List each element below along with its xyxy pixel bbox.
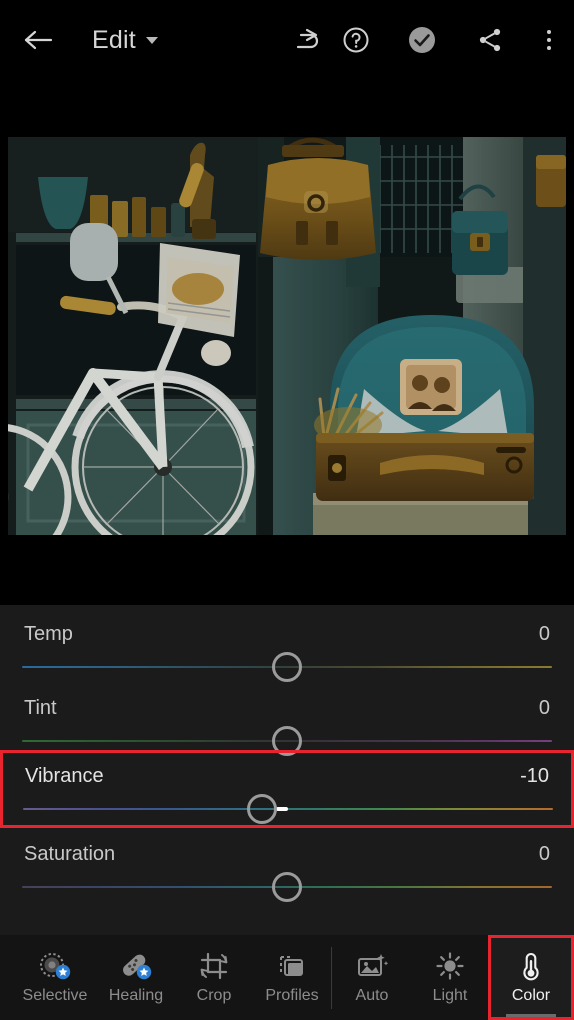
tool-light[interactable]: Light xyxy=(410,935,490,1020)
lightroom-edit-screen: Edit Temp 0 Tint 0 Vibrance -10 Saturati… xyxy=(0,0,574,1020)
tool-profiles[interactable]: Profiles xyxy=(252,935,332,1020)
tool-label-color: Color xyxy=(511,987,551,1004)
chevron-down-icon xyxy=(145,36,158,44)
photo-illustration xyxy=(8,137,566,535)
slider-knob-vibrance[interactable] xyxy=(246,794,277,824)
check-circle-icon xyxy=(409,27,435,53)
tool-label-profiles: Profiles xyxy=(265,987,319,1004)
redo-icon xyxy=(296,28,319,49)
back-arrow-icon xyxy=(24,30,53,50)
tool-color[interactable]: Color xyxy=(488,935,574,1020)
help-icon xyxy=(343,27,369,53)
slider-row-temp[interactable]: Temp 0 xyxy=(0,613,574,687)
tool-healing[interactable]: Healing xyxy=(96,935,176,1020)
more-vertical-icon xyxy=(547,30,551,50)
edit-title-dropdown[interactable]: Edit xyxy=(92,20,158,60)
page-title: Edit xyxy=(92,25,136,54)
auto-icon xyxy=(355,951,389,981)
share-button[interactable] xyxy=(470,20,510,60)
active-tool-indicator xyxy=(506,1014,556,1017)
tool-crop[interactable]: Crop xyxy=(174,935,254,1020)
tool-selective[interactable]: Selective xyxy=(15,935,95,1020)
slider-knob-temp[interactable] xyxy=(272,652,302,682)
slider-delta-indicator-vibrance xyxy=(275,807,288,811)
slider-label-temp: Temp xyxy=(24,623,73,645)
redo-button[interactable] xyxy=(290,20,330,60)
selective-icon xyxy=(38,951,72,981)
slider-value-vibrance: -10 xyxy=(520,765,549,787)
thermometer-icon xyxy=(518,951,544,981)
slider-track-vibrance[interactable] xyxy=(23,808,553,810)
photo-viewport xyxy=(0,80,574,605)
slider-value-tint: 0 xyxy=(538,697,550,719)
share-icon xyxy=(479,28,501,52)
slider-knob-saturation[interactable] xyxy=(272,872,302,902)
bottom-tool-bar: Selective Healing Crop Profiles Auto Lig… xyxy=(0,935,574,1020)
tool-label-light: Light xyxy=(432,987,468,1004)
light-sun-icon xyxy=(434,951,466,981)
slider-label-vibrance: Vibrance xyxy=(25,765,104,787)
more-options-button[interactable] xyxy=(529,20,569,60)
healing-icon xyxy=(119,951,153,981)
crop-icon xyxy=(198,951,230,981)
slider-row-vibrance[interactable]: Vibrance -10 xyxy=(0,750,574,828)
tool-auto[interactable]: Auto xyxy=(332,935,412,1020)
tool-label-crop: Crop xyxy=(196,987,232,1004)
color-adjustments-panel: Temp 0 Tint 0 Vibrance -10 Saturation 0 xyxy=(0,605,574,935)
slider-label-saturation: Saturation xyxy=(24,843,116,865)
slider-label-tint: Tint xyxy=(24,697,57,719)
profiles-icon xyxy=(276,951,308,981)
top-app-bar: Edit xyxy=(0,0,574,80)
help-button[interactable] xyxy=(336,20,376,60)
slider-value-saturation: 0 xyxy=(538,843,550,865)
done-button[interactable] xyxy=(402,20,442,60)
slider-row-saturation[interactable]: Saturation 0 xyxy=(0,833,574,907)
slider-value-temp: 0 xyxy=(538,623,550,645)
tool-label-selective: Selective xyxy=(22,987,88,1004)
back-button[interactable] xyxy=(18,20,58,60)
edited-photo[interactable] xyxy=(8,137,566,535)
tool-label-auto: Auto xyxy=(355,987,389,1004)
tool-label-healing: Healing xyxy=(108,987,164,1004)
